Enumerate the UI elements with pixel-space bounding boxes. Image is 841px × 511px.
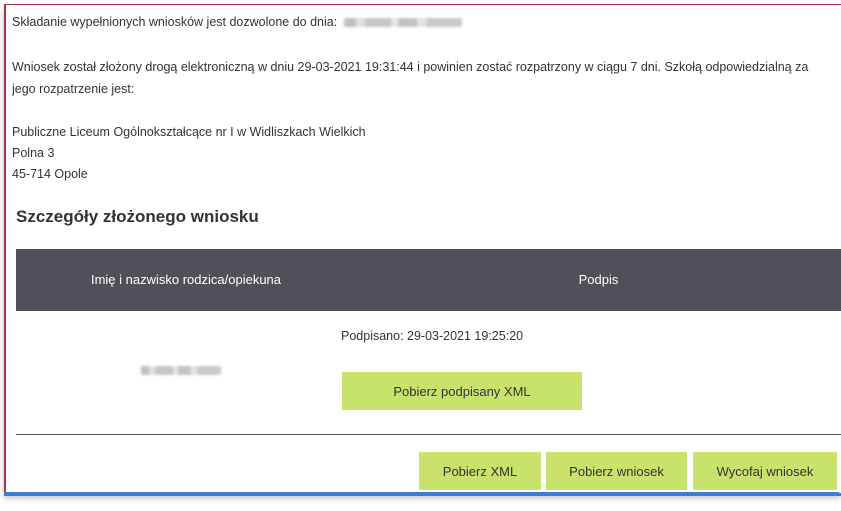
withdraw-application-button[interactable]: Wycofaj wniosek (693, 452, 837, 490)
divider (16, 434, 841, 435)
school-city: 45-714 Opole (12, 167, 88, 181)
column-header-signature: Podpis (578, 272, 619, 287)
submission-info-line1: Wniosek został złożony drogą elektronicz… (12, 60, 809, 74)
download-application-button[interactable]: Pobierz wniosek (546, 452, 687, 490)
parent-name-redacted (141, 366, 221, 375)
submission-info-line2: jego rozpatrzenie jest: (12, 82, 135, 96)
school-name: Publiczne Liceum Ogólnokształcące nr I w… (12, 125, 366, 139)
signed-timestamp: Podpisano: 29-03-2021 19:25:20 (341, 329, 524, 343)
application-panel: Składanie wypełnionych wniosków jest doz… (4, 4, 841, 493)
download-signed-xml-button[interactable]: Pobierz podpisany XML (342, 372, 582, 410)
deadline-date-redacted (343, 18, 462, 28)
details-title: Szczegóły złożonego wniosku (16, 207, 259, 226)
school-street: Polna 3 (12, 146, 55, 160)
frame-bottom-border (4, 492, 839, 494)
details-table-header: Imię i nazwisko rodzica/opiekuna Podpis (16, 249, 841, 311)
deadline-line: Składanie wypełnionych wniosków jest doz… (12, 12, 462, 32)
deadline-label: Składanie wypełnionych wniosków jest doz… (12, 15, 338, 29)
download-xml-button[interactable]: Pobierz XML (419, 452, 541, 490)
column-header-parent-name: Imię i nazwisko rodzica/opiekuna (90, 272, 282, 287)
